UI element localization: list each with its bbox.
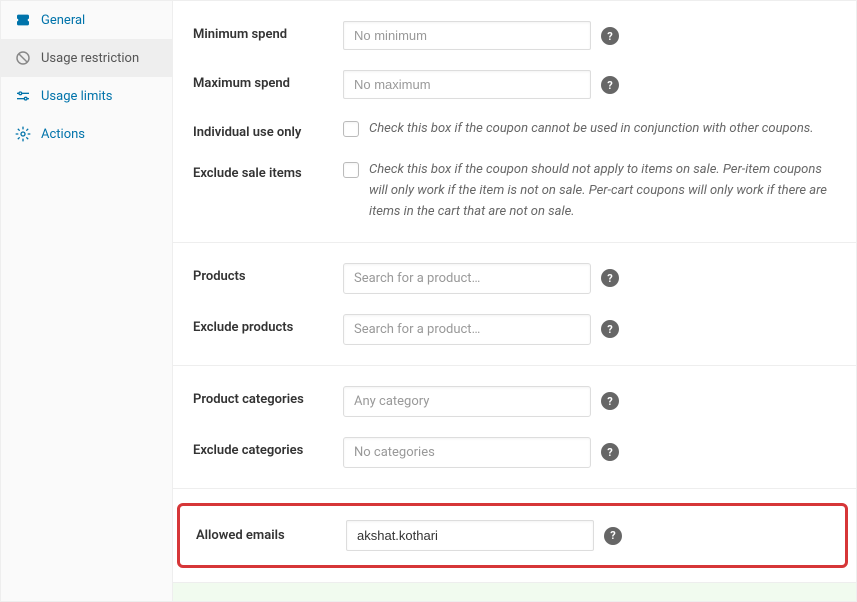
categories-section: Product categories Any category ? Exclud… (173, 366, 856, 489)
exclude-products-row: Exclude products Search for a product… ? (173, 304, 856, 355)
min-spend-row: Minimum spend ? (173, 11, 856, 60)
min-spend-label: Minimum spend (193, 21, 343, 42)
categories-select[interactable]: Any category (343, 386, 591, 417)
exclude-sale-label: Exclude sale items (193, 160, 343, 181)
help-icon[interactable]: ? (601, 269, 619, 287)
products-section: Products Search for a product… ? Exclude… (173, 243, 856, 366)
exclude-products-select[interactable]: Search for a product… (343, 314, 591, 345)
help-icon[interactable]: ? (601, 320, 619, 338)
tab-label: Usage restriction (41, 51, 139, 66)
emails-section: Allowed emails ? (173, 489, 856, 583)
allowed-emails-label: Allowed emails (196, 528, 346, 543)
exclude-categories-label: Exclude categories (193, 437, 343, 458)
help-icon[interactable]: ? (604, 527, 622, 545)
gear-icon (15, 126, 31, 142)
exclude-categories-row: Exclude categories No categories ? (173, 427, 856, 478)
disable-restriction-row: Disable Email restriction? Do not restri… (173, 593, 856, 601)
exclude-products-label: Exclude products (193, 314, 343, 335)
individual-use-desc: Check this box if the coupon cannot be u… (369, 119, 814, 140)
max-spend-row: Maximum spend ? (173, 60, 856, 109)
tab-label: Usage limits (41, 89, 112, 104)
tab-label: Actions (41, 127, 85, 142)
help-icon[interactable]: ? (601, 443, 619, 461)
tab-actions[interactable]: Actions (1, 115, 172, 153)
categories-label: Product categories (193, 386, 343, 407)
tab-label: General (41, 13, 85, 28)
max-spend-label: Maximum spend (193, 70, 343, 91)
exclude-sale-desc: Check this box if the coupon should not … (369, 160, 836, 222)
max-spend-input[interactable] (343, 70, 591, 99)
ban-icon (15, 50, 31, 66)
coupon-settings-panel: General Usage restriction Usage limits A… (0, 0, 857, 602)
exclude-sale-checkbox[interactable] (343, 162, 359, 178)
products-label: Products (193, 263, 343, 284)
products-select[interactable]: Search for a product… (343, 263, 591, 294)
tab-general[interactable]: General (1, 1, 172, 39)
settings-content: Minimum spend ? Maximum spend ? Individu… (173, 1, 856, 601)
ticket-icon (15, 12, 31, 28)
products-row: Products Search for a product… ? (173, 253, 856, 304)
exclude-categories-select[interactable]: No categories (343, 437, 591, 468)
min-spend-input[interactable] (343, 21, 591, 50)
allowed-emails-input[interactable] (346, 520, 594, 551)
tab-usage-restriction[interactable]: Usage restriction (1, 39, 172, 77)
categories-row: Product categories Any category ? (173, 376, 856, 427)
individual-use-row: Individual use only Check this box if th… (173, 109, 856, 150)
tab-usage-limits[interactable]: Usage limits (1, 77, 172, 115)
exclude-sale-row: Exclude sale items Check this box if the… (173, 150, 856, 232)
disable-restriction-section: Disable Email restriction? Do not restri… (173, 583, 856, 601)
help-icon[interactable]: ? (601, 76, 619, 94)
individual-use-label: Individual use only (193, 119, 343, 140)
help-icon[interactable]: ? (601, 392, 619, 410)
settings-tabs-sidebar: General Usage restriction Usage limits A… (1, 1, 173, 601)
sliders-icon (15, 88, 31, 104)
help-icon[interactable]: ? (601, 27, 619, 45)
allowed-emails-highlight: Allowed emails ? (177, 503, 848, 568)
spend-section: Minimum spend ? Maximum spend ? Individu… (173, 1, 856, 243)
individual-use-checkbox[interactable] (343, 121, 359, 137)
